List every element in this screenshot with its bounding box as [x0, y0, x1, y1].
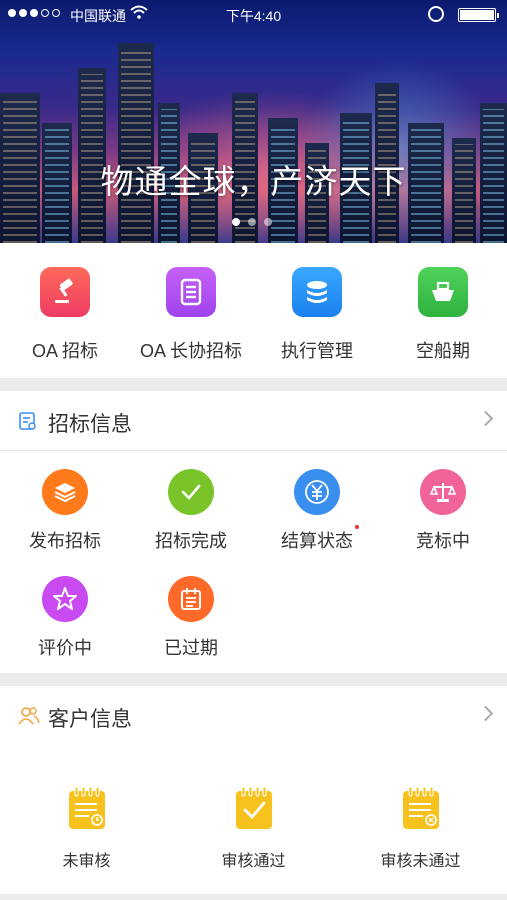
- carousel-dot[interactable]: [248, 218, 256, 226]
- customer-item-pending[interactable]: 未审核: [2, 786, 171, 871]
- chevron-right-icon[interactable]: [477, 410, 494, 427]
- bid-item-label: 竞标中: [416, 531, 470, 551]
- bid-item-publish[interactable]: 发布招标: [2, 469, 128, 553]
- bid-info-section: 招标信息 发布招标 招标完成 结算状态 竞标中 评价中 已过期: [0, 391, 507, 673]
- users-icon: [18, 706, 40, 731]
- quick-item-oa-long-term-bid[interactable]: OA 长协招标: [128, 267, 254, 363]
- scale-icon: [420, 469, 466, 515]
- rotation-lock-icon: [428, 6, 444, 22]
- quick-item-label: 空船期: [416, 341, 470, 361]
- document-list-icon: [166, 267, 216, 317]
- bid-item-evaluating[interactable]: 评价中: [2, 576, 128, 660]
- customer-item-label: 审核未通过: [380, 853, 461, 870]
- star-icon: [42, 576, 88, 622]
- carousel-dots[interactable]: [232, 218, 272, 226]
- bid-item-label: 结算状态: [281, 525, 359, 553]
- rejected-note-icon: [336, 786, 505, 835]
- carousel-dot[interactable]: [264, 218, 272, 226]
- quick-item-execution-management[interactable]: 执行管理: [254, 267, 380, 363]
- ship-icon: [418, 267, 468, 317]
- quick-item-label: OA 长协招标: [139, 341, 242, 361]
- carousel-dot[interactable]: [232, 218, 240, 226]
- gavel-icon: [40, 267, 90, 317]
- bid-item-label: 招标完成: [155, 531, 227, 551]
- customer-info-header[interactable]: 客户信息: [0, 686, 507, 746]
- quick-item-label: OA 招标: [31, 341, 98, 361]
- chevron-right-icon[interactable]: [477, 705, 494, 722]
- notification-dot: [355, 525, 359, 529]
- calendar-icon: [168, 576, 214, 622]
- quick-item-empty-ship-period[interactable]: 空船期: [380, 267, 506, 363]
- approved-note-icon: [169, 786, 338, 835]
- customer-item-label: 审核通过: [221, 853, 286, 870]
- battery-icon: [458, 8, 499, 22]
- bid-info-icon: [18, 411, 38, 436]
- customer-item-label: 未审核: [62, 853, 111, 870]
- status-bar: 中国联通 下午4:40: [0, 0, 507, 30]
- bid-item-label: 发布招标: [29, 531, 101, 551]
- bid-item-label: 评价中: [38, 638, 92, 658]
- section-title: 客户信息: [48, 708, 132, 731]
- bid-item-settlement-status[interactable]: 结算状态: [254, 469, 380, 553]
- quick-item-oa-bid[interactable]: OA 招标: [2, 267, 128, 363]
- customer-item-rejected[interactable]: 审核未通过: [336, 786, 505, 871]
- banner-slogan: 物通全球，产济天下: [100, 163, 407, 200]
- bid-item-label: 已过期: [164, 638, 218, 658]
- yuan-icon: [294, 469, 340, 515]
- check-icon: [168, 469, 214, 515]
- section-title: 招标信息: [48, 413, 132, 436]
- bid-item-label-text: 结算状态: [281, 531, 353, 551]
- bid-info-header[interactable]: 招标信息: [0, 391, 507, 451]
- database-icon: [292, 267, 342, 317]
- pending-note-icon: [2, 786, 171, 835]
- city-building: [118, 43, 154, 243]
- banner-carousel[interactable]: 物通全球，产济天下: [0, 0, 507, 243]
- quick-menu: OA 招标 OA 长协招标 执行管理 空船期: [0, 243, 507, 378]
- bid-item-completed[interactable]: 招标完成: [128, 469, 254, 553]
- customer-info-section: 客户信息 未审核 审核通过 审核未通过: [0, 686, 507, 894]
- customer-item-approved[interactable]: 审核通过: [169, 786, 338, 871]
- bid-item-expired[interactable]: 已过期: [128, 576, 254, 660]
- quick-item-label: 执行管理: [281, 341, 353, 361]
- bid-item-bidding[interactable]: 竞标中: [380, 469, 506, 553]
- layers-icon: [42, 469, 88, 515]
